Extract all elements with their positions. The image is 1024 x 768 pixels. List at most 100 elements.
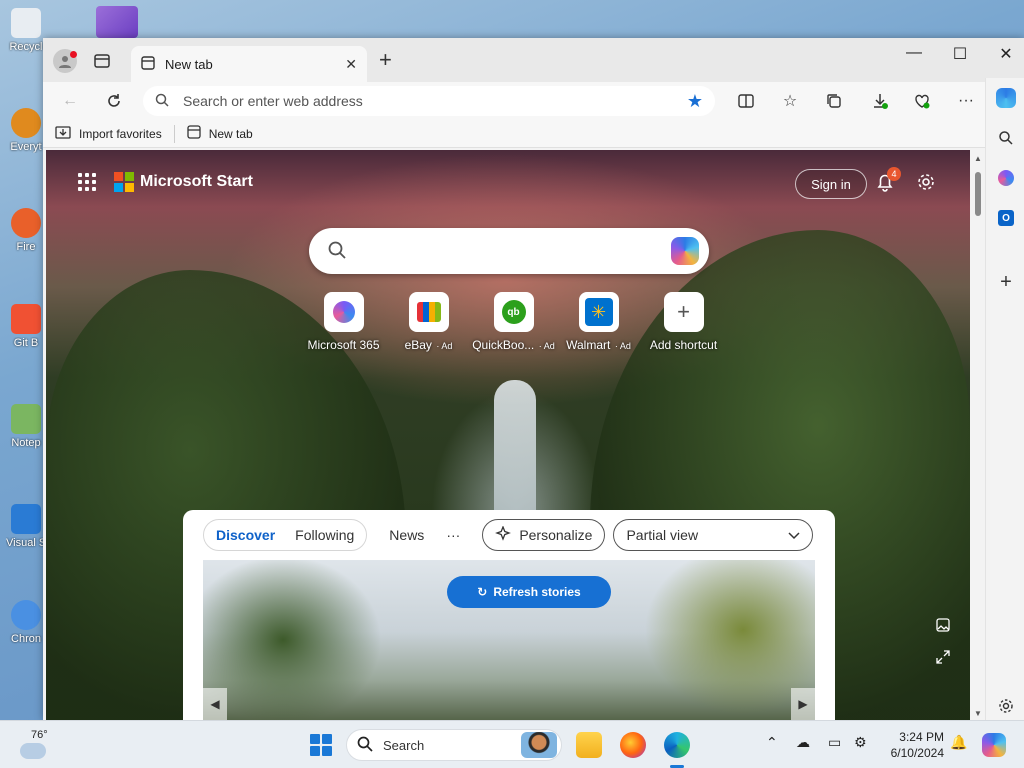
desktop-icon-notepad[interactable]: Notep (6, 404, 46, 449)
copilot-icon[interactable] (671, 237, 699, 265)
taskbar-search-label: Search (383, 737, 425, 753)
feed-tab-group: Discover Following (203, 519, 368, 551)
notification-bell-icon[interactable]: 🔔 (950, 734, 967, 751)
browser-window: New tab ✕ + — ☐ ✕ ← Search or enter web … (43, 38, 1024, 720)
personalize-label: Personalize (519, 527, 593, 543)
scroll-up-arrow-icon[interactable]: ▲ (973, 154, 983, 163)
edge-taskbar-icon[interactable] (664, 732, 690, 758)
tab-news[interactable]: News (389, 527, 424, 543)
favorite-new-tab-link[interactable]: New tab (187, 125, 253, 142)
quickbooks-icon: qb (493, 292, 534, 332)
display-icon[interactable]: ▭ (828, 734, 841, 751)
address-bar[interactable]: Search or enter web address ★ (143, 86, 715, 116)
clock[interactable]: 3:24 PM 6/10/2024 (880, 729, 944, 761)
firefox-icon (11, 208, 41, 238)
brand-title[interactable]: Microsoft Start (140, 173, 253, 191)
news-feed-panel: Discover Following News ··· Personalize … (183, 510, 835, 720)
file-explorer-icon[interactable] (576, 732, 602, 758)
sidebar-settings-gear-icon[interactable] (996, 696, 1016, 716)
microsoft-365-icon (323, 292, 364, 332)
sparkle-icon (495, 524, 512, 545)
scroll-thumb[interactable] (975, 172, 981, 216)
tab-title: New tab (165, 56, 213, 72)
scroll-down-arrow-icon[interactable]: ▼ (973, 709, 983, 718)
profile-alert-dot (70, 51, 77, 58)
browser-essentials-icon[interactable] (911, 90, 933, 112)
view-mode-select[interactable]: Partial view (613, 519, 814, 551)
taskbar-search[interactable]: Search (346, 729, 562, 761)
desktop-icon-chrome[interactable]: Chron (6, 600, 46, 645)
favorite-new-tab-label: New tab (208, 126, 253, 141)
background-waterfall (494, 380, 536, 520)
network-offline-icon[interactable]: ☁ (796, 734, 810, 751)
shortcut-quickbooks[interactable]: qb QuickBoo... · Ad (471, 292, 556, 352)
import-favorites-label: Import favorites (79, 126, 162, 141)
shortcut-add[interactable]: + Add shortcut (641, 292, 726, 352)
tab-following[interactable]: Following (295, 527, 354, 543)
tab-discover[interactable]: Discover (216, 527, 275, 543)
shortcut-microsoft-365[interactable]: Microsoft 365 (301, 292, 386, 352)
new-tab-page: Microsoft Start Sign in 4 Microsoft 365 … (46, 150, 970, 720)
desktop-icon-firefox[interactable]: Fire (6, 208, 46, 253)
feed-hero-image[interactable]: ↻ Refresh stories ◀ ▶ (203, 560, 815, 720)
sign-in-button[interactable]: Sign in (795, 169, 867, 199)
desktop-icon-label: Visual S Co (6, 537, 46, 549)
page-settings-gear-icon[interactable] (916, 172, 936, 198)
page-scrollbar[interactable]: ▲ ▼ (973, 150, 983, 720)
tab-close-icon[interactable]: ✕ (345, 56, 357, 73)
desktop-icon-recycle-bin[interactable]: Recycl (6, 8, 46, 53)
expand-icon[interactable] (936, 650, 950, 667)
start-windows-icon[interactable] (310, 734, 332, 756)
copilot-taskbar-icon[interactable] (982, 733, 1006, 757)
favorites-divider (173, 124, 175, 143)
shortcut-ebay[interactable]: eBay · Ad (386, 292, 471, 352)
desktop-icon-label: Everyt (10, 141, 42, 153)
desktop-icon-vscode[interactable]: Visual S Co (6, 504, 46, 549)
microsoft-365-sidebar-icon[interactable] (996, 168, 1016, 188)
web-search-input[interactable] (309, 228, 709, 274)
split-screen-icon[interactable] (735, 90, 757, 112)
visual-studio-icon[interactable] (96, 6, 138, 38)
refresh-icon[interactable] (103, 90, 125, 112)
outlook-sidebar-icon[interactable]: O (996, 208, 1016, 228)
minimize-icon[interactable]: — (899, 44, 929, 62)
app-launcher-icon[interactable] (78, 173, 96, 191)
background-image-icon[interactable] (936, 618, 950, 635)
collections-icon[interactable] (823, 90, 845, 112)
favorites-icon[interactable]: ☆ (779, 90, 801, 112)
favorite-star-icon[interactable]: ★ (687, 91, 703, 112)
downloads-icon[interactable] (869, 90, 891, 112)
import-favorites-link[interactable]: Import favorites (55, 125, 162, 142)
git-bash-icon (11, 304, 41, 334)
firefox-taskbar-icon[interactable] (620, 732, 646, 758)
feed-more-icon[interactable]: ··· (446, 527, 460, 543)
add-sidebar-app-plus-icon[interactable]: + (996, 271, 1016, 293)
ad-label: · Ad (536, 341, 555, 351)
shortcut-walmart[interactable]: ✳ Walmart · Ad (556, 292, 641, 352)
tab-actions-icon[interactable] (90, 49, 114, 73)
desktop-icon-label: Fire (16, 241, 36, 253)
personalize-button[interactable]: Personalize (482, 519, 606, 551)
volume-settings-icon[interactable]: ⚙ (854, 734, 867, 751)
view-mode-value: Partial view (626, 527, 699, 543)
carousel-next-icon[interactable]: ▶ (791, 688, 815, 720)
desktop-icon-git-bash[interactable]: Git B (6, 304, 46, 349)
desktop-icon-everything[interactable]: Everyt (6, 108, 46, 153)
maximize-icon[interactable]: ☐ (945, 44, 975, 64)
tab-new-tab[interactable]: New tab ✕ (131, 46, 367, 82)
show-hidden-icons-chevron-icon[interactable]: ⌃ (766, 734, 778, 751)
refresh-stories-button[interactable]: ↻ Refresh stories (447, 576, 611, 608)
new-tab-plus-icon[interactable]: + (379, 49, 392, 71)
back-arrow-icon[interactable]: ← (59, 90, 81, 112)
close-window-icon[interactable]: ✕ (991, 44, 1021, 64)
page-icon (187, 125, 201, 142)
more-options-icon[interactable]: ··· (955, 90, 977, 112)
search-sidebar-icon[interactable] (996, 128, 1016, 148)
copilot-sidebar-icon[interactable] (996, 88, 1016, 108)
vscode-icon (11, 504, 41, 534)
import-icon (55, 125, 71, 142)
ad-label: · Ad (612, 341, 631, 351)
notification-badge: 4 (887, 167, 901, 181)
shortcut-label: QuickBoo... (472, 338, 535, 352)
carousel-prev-icon[interactable]: ◀ (203, 688, 227, 720)
